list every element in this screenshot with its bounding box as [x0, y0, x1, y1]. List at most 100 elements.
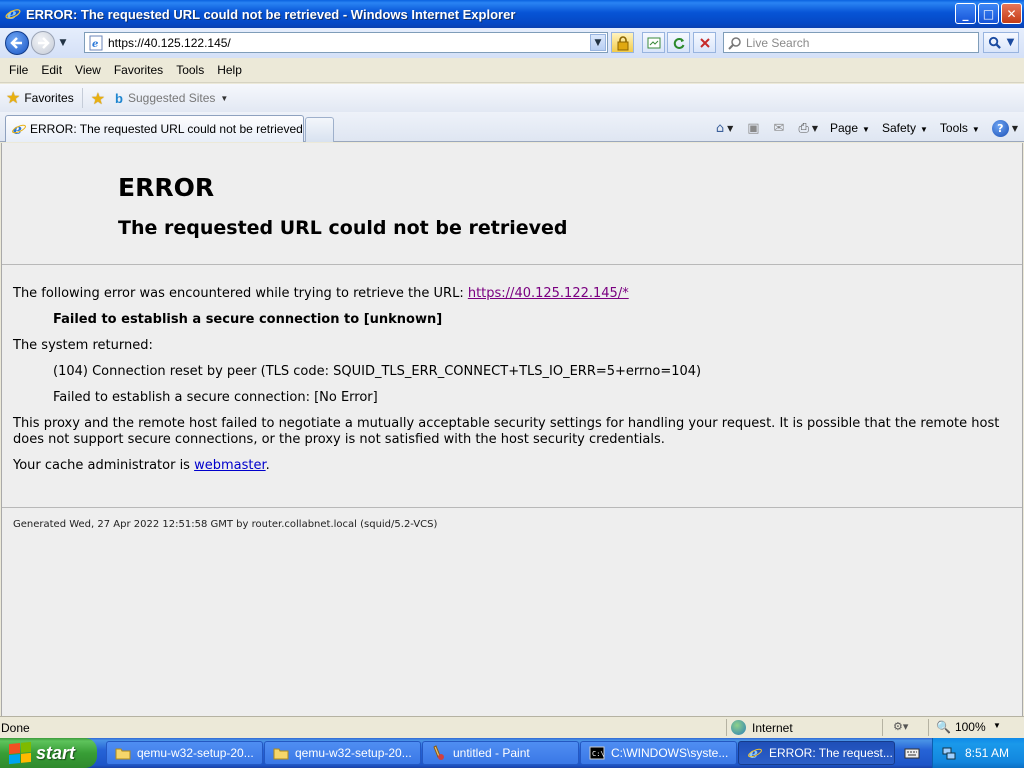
clock[interactable]: 8:51 AM — [965, 746, 1009, 760]
tab-label: ERROR: The requested URL could not be re… — [30, 122, 303, 136]
start-button[interactable]: start — [0, 738, 97, 768]
taskbar-item[interactable]: qemu-w32-setup-20... — [106, 741, 263, 765]
taskbar-item[interactable]: qemu-w32-setup-20... — [264, 741, 421, 765]
paint-icon — [433, 745, 444, 760]
taskbar-item-active[interactable]: e ERROR: The request... — [738, 741, 895, 765]
safety-menu[interactable]: Safety ▼ — [882, 121, 928, 135]
stop-icon — [699, 37, 710, 48]
zoom-dropdown[interactable]: ▼ — [993, 721, 1001, 730]
status-divider — [928, 719, 929, 736]
window-title: ERROR: The requested URL could not be re… — [26, 6, 516, 22]
folder-icon — [273, 748, 289, 760]
svg-text:C:\: C:\ — [592, 750, 605, 758]
folder-icon — [115, 748, 131, 760]
error-heading: ERROR — [118, 173, 215, 202]
tools-menu[interactable]: Tools ▼ — [940, 121, 980, 135]
error-explanation: This proxy and the remote host failed to… — [13, 416, 1000, 447]
zoom-label: 100% — [954, 720, 986, 734]
recent-pages-dropdown[interactable]: ▼ — [57, 38, 69, 48]
address-bar[interactable]: e https://40.125.122.145/ ▼ — [84, 32, 608, 53]
print-dropdown[interactable]: ▼ — [812, 124, 818, 133]
compatibility-icon — [647, 37, 660, 48]
arrow-right-icon — [38, 37, 50, 49]
requested-url-link[interactable]: https://40.125.122.145/* — [468, 286, 629, 301]
taskbar-item[interactable]: untitled - Paint — [422, 741, 579, 765]
taskbar-item[interactable]: C:\ C:\WINDOWS\syste... — [580, 741, 737, 765]
menu-favorites[interactable]: Favorites — [114, 63, 163, 77]
internet-explorer-icon: e — [12, 122, 26, 137]
page-content: ERROR The requested URL could not be ret… — [1, 143, 1023, 716]
menu-tools[interactable]: Tools — [176, 63, 204, 77]
refresh-button[interactable] — [667, 32, 690, 53]
status-divider — [726, 719, 727, 736]
search-options-dropdown[interactable]: ▼ — [1007, 37, 1015, 48]
compatibility-view-button[interactable] — [642, 32, 665, 53]
favorites-button[interactable]: ★ Favorites — [6, 88, 74, 108]
cmd-icon: C:\ — [589, 746, 605, 760]
globe-icon — [731, 720, 746, 735]
protected-mode-icon[interactable]: ⚙▾ — [893, 720, 908, 733]
close-button[interactable]: ✕ — [1001, 3, 1022, 24]
tab-bar: e ERROR: The requested URL could not be … — [0, 112, 1024, 142]
refresh-icon — [673, 37, 684, 49]
home-icon[interactable]: ⌂ — [716, 121, 724, 136]
svg-text:e: e — [749, 746, 758, 761]
status-text: Done — [1, 720, 30, 735]
minimize-button[interactable]: _ — [955, 3, 976, 24]
menu-view[interactable]: View — [75, 63, 101, 77]
keyboard-icon[interactable] — [904, 745, 920, 761]
svg-text:e: e — [13, 122, 22, 137]
star-icon: ★ — [6, 90, 21, 107]
maximize-button[interactable]: □ — [978, 3, 999, 24]
magnifier-icon — [988, 36, 1001, 49]
search-input[interactable]: Live Search — [723, 32, 979, 53]
window-titlebar[interactable]: e ERROR: The requested URL could not be … — [0, 0, 1024, 28]
bing-icon: b — [115, 90, 123, 106]
page-menu[interactable]: Page ▼ — [830, 121, 870, 135]
start-label: start — [36, 742, 76, 763]
status-bar: Done Internet ⚙▾ 🔍 100% ▼ — [0, 716, 1024, 738]
address-url[interactable]: https://40.125.122.145/ — [108, 36, 231, 50]
error-subheading: The requested URL could not be retrieved — [118, 217, 568, 239]
svg-text:e: e — [92, 39, 98, 50]
address-dropdown[interactable]: ▼ — [590, 34, 606, 51]
menu-help[interactable]: Help — [217, 63, 242, 77]
arrow-left-icon — [10, 37, 22, 49]
back-button[interactable] — [5, 31, 29, 55]
stop-button[interactable] — [693, 32, 716, 53]
help-dropdown[interactable]: ▼ — [1012, 124, 1018, 133]
status-divider — [882, 719, 883, 736]
suggested-sites-button[interactable]: b Suggested Sites ▼ — [115, 91, 228, 106]
zoom-level-button[interactable]: 🔍 100% — [936, 720, 986, 734]
network-icon[interactable] — [941, 745, 957, 761]
footer-divider — [2, 507, 1022, 508]
ie-icon: e — [748, 746, 762, 761]
print-icon[interactable]: ⎙ — [798, 121, 808, 136]
toolbar-divider — [81, 88, 83, 108]
search-placeholder: Live Search — [746, 35, 810, 50]
error-title: Failed to establish a secure connection … — [53, 312, 443, 327]
system-error-2: Failed to establish a secure connection:… — [53, 390, 378, 405]
zone-label: Internet — [752, 720, 793, 735]
add-to-favorites-bar-icon[interactable]: ★ — [91, 89, 105, 108]
suggested-sites-label: Suggested Sites — [128, 91, 216, 105]
taskbar: start qemu-w32-setup-20... qemu-w32-setu… — [0, 738, 1024, 768]
home-dropdown[interactable]: ▼ — [727, 124, 733, 133]
error-header: ERROR The requested URL could not be ret… — [2, 143, 1022, 265]
menu-edit[interactable]: Edit — [41, 63, 62, 77]
security-zone[interactable]: Internet — [731, 720, 793, 735]
command-bar: ⌂ ▼ ▣ ✉ ⎙ ▼ Page ▼ Safety ▼ Tools ▼ ? ▼ — [710, 118, 1018, 138]
tab-active[interactable]: e ERROR: The requested URL could not be … — [5, 115, 304, 142]
help-icon[interactable]: ? — [991, 119, 1009, 137]
search-button[interactable]: ▼ — [983, 32, 1019, 53]
read-mail-icon[interactable]: ✉ — [774, 121, 785, 136]
webmaster-link[interactable]: webmaster — [194, 458, 266, 473]
forward-button[interactable] — [31, 31, 55, 55]
favorites-label: Favorites — [24, 91, 74, 105]
menu-file[interactable]: File — [9, 63, 28, 77]
new-tab-button[interactable] — [305, 117, 334, 142]
favorites-bar: ★ Favorites ★ b Suggested Sites ▼ — [0, 84, 1024, 112]
rss-feed-icon[interactable]: ▣ — [747, 121, 759, 136]
security-report-button[interactable] — [611, 32, 634, 53]
live-search-icon — [728, 36, 741, 50]
